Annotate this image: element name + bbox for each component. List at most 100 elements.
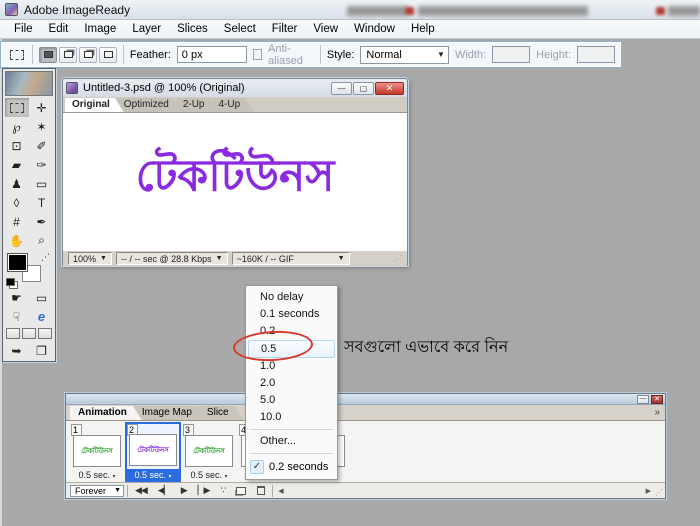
type-tool[interactable]: T — [29, 193, 54, 212]
menu-image[interactable]: Image — [76, 21, 124, 37]
menu-separator — [250, 453, 333, 454]
delay-value: 0.5 sec. — [190, 470, 222, 480]
separator — [32, 45, 34, 64]
foreground-color-swatch[interactable] — [8, 254, 27, 271]
app-titlebar: Adobe ImageReady — [0, 0, 700, 20]
filesize-info-select[interactable]: ~160K / -- GIF ▼ — [231, 252, 350, 265]
eyedropper-tool[interactable]: ✒ — [29, 212, 54, 231]
slice-select-tool[interactable]: ✐ — [29, 136, 54, 155]
scroll-right-arrow[interactable]: ▶ — [646, 487, 651, 495]
animation-frame-1[interactable]: 1 টেকটিউনস — [69, 424, 125, 470]
document-canvas[interactable]: টেকটিউনস — [63, 113, 407, 250]
step-back-button[interactable]: ◀▏ — [154, 485, 174, 496]
menu-edit[interactable]: Edit — [41, 21, 77, 37]
separator — [272, 484, 274, 497]
timing-info-value: -- / -- sec @ 28.8 Kbps — [120, 253, 212, 264]
panel-menu-icon[interactable]: » — [654, 407, 660, 418]
menu-slices[interactable]: Slices — [169, 21, 216, 37]
fullscreen-menubar-mode-button[interactable] — [22, 328, 36, 339]
lasso-tool[interactable]: ℘ — [4, 117, 29, 136]
menu-item-0-1-seconds[interactable]: 0.1 seconds — [248, 306, 335, 323]
hand-tool[interactable]: ✋ — [4, 231, 29, 250]
menu-item-other[interactable]: Other... — [248, 433, 335, 450]
zoom-level-select[interactable]: 100% ▼ — [68, 252, 112, 265]
panel-close-button[interactable]: ✕ — [651, 394, 663, 404]
play-button[interactable]: ▶ — [177, 485, 191, 496]
menu-item-10-0[interactable]: 10.0 — [248, 409, 335, 426]
intersect-selection-button[interactable] — [99, 46, 118, 63]
document-titlebar[interactable]: Untitled-3.psd @ 100% (Original) — ▢ ✕ — [63, 79, 407, 97]
tool-options-bar: Feather: Anti-aliased Style: Normal ▼ Wi… — [0, 41, 622, 68]
preview-in-browser-button[interactable]: e — [29, 307, 54, 326]
jump-to-photoshop-button[interactable]: ➥ — [4, 341, 29, 360]
anti-aliased-label: Anti-aliased — [268, 42, 303, 67]
menu-view[interactable]: View — [305, 21, 346, 37]
rewind-button[interactable]: ◀◀ — [131, 485, 151, 496]
menu-window[interactable]: Window — [346, 21, 403, 37]
menu-item-2-0[interactable]: 2.0 — [248, 375, 335, 392]
panel-minimize-button[interactable]: — — [637, 394, 649, 404]
style-select[interactable]: Normal ▼ — [360, 45, 449, 64]
menu-help[interactable]: Help — [403, 21, 443, 37]
paintbrush-tool[interactable]: ✑ — [29, 155, 54, 174]
animation-frame-2[interactable]: 2 টেকটিউনস — [125, 422, 181, 472]
document-statusbar: 100% ▼ -- / -- sec @ 28.8 Kbps ▼ ~160K /… — [63, 250, 407, 266]
resize-grip[interactable]: ⋰ — [394, 254, 402, 263]
menu-select[interactable]: Select — [216, 21, 264, 37]
slice-visibility-button[interactable]: ☟ — [4, 307, 29, 326]
timing-info-select[interactable]: -- / -- sec @ 28.8 Kbps ▼ — [115, 252, 228, 265]
frame-delay-select-1[interactable]: 0.5 sec. ▾ — [69, 469, 125, 482]
maximize-button[interactable]: ▢ — [353, 81, 374, 95]
feather-input[interactable] — [176, 46, 247, 63]
standard-screen-mode-button[interactable] — [6, 328, 20, 339]
menu-layer[interactable]: Layer — [124, 21, 169, 37]
menu-filter[interactable]: Filter — [264, 21, 306, 37]
shape-tool[interactable]: ▭ — [29, 174, 54, 193]
crop-tool[interactable]: # — [4, 212, 29, 231]
new-selection-button[interactable] — [39, 46, 58, 63]
animation-panel: — ✕ Animation Image Map Slice » 1 টেকটিউ… — [65, 393, 666, 499]
close-button[interactable]: ✕ — [375, 81, 404, 95]
rectangular-marquee-tool[interactable] — [4, 98, 29, 117]
menu-item-current-delay[interactable]: ✓ 0.2 seconds — [248, 457, 335, 476]
swap-colors-icon[interactable]: ⋰ — [41, 252, 50, 263]
minimize-button[interactable]: — — [331, 81, 352, 95]
scroll-left-arrow[interactable]: ◀ — [276, 487, 285, 495]
clone-stamp-tool[interactable]: ♟ — [4, 174, 29, 193]
preview-document-button[interactable]: ▭ — [29, 288, 54, 307]
magic-wand-tool[interactable]: ✶ — [29, 117, 54, 136]
frame-delay-select-2[interactable]: 0.5 sec. ▾ — [125, 469, 181, 482]
subtract-from-selection-button[interactable] — [79, 46, 98, 63]
paint-bucket-tool[interactable]: ◊ — [4, 193, 29, 212]
tab-slice[interactable]: Slice — [199, 406, 244, 420]
hand-icon: ✋ — [9, 233, 24, 248]
eraser-tool[interactable]: ▰ — [4, 155, 29, 174]
add-to-selection-button[interactable] — [59, 46, 78, 63]
slice-tool[interactable]: ⊡ — [4, 136, 29, 155]
tween-button[interactable]: ∵ — [216, 485, 229, 496]
tab-image-map[interactable]: Image Map — [134, 406, 207, 420]
toggle-image-maps-button[interactable]: ☛ — [4, 288, 29, 307]
anti-aliased-checkbox[interactable] — [252, 49, 263, 60]
tab-original[interactable]: Original — [65, 98, 124, 112]
fullscreen-mode-button[interactable] — [38, 328, 52, 339]
step-forward-button[interactable]: ▏▶ — [194, 485, 214, 496]
current-delay-label: 0.2 seconds — [269, 460, 329, 473]
new-frame-button[interactable] — [236, 486, 247, 495]
move-tool[interactable]: ✛ — [29, 98, 54, 117]
tab-optimized[interactable]: Optimized — [117, 98, 183, 112]
menu-item-no-delay[interactable]: No delay — [248, 289, 335, 306]
zoom-tool[interactable]: ⌕ — [29, 231, 54, 250]
tab-animation[interactable]: Animation — [70, 406, 142, 420]
animation-panel-titlebar[interactable]: — ✕ — [66, 394, 665, 405]
panel-resize-grip[interactable]: ⋰ — [655, 488, 663, 497]
default-colors-icon[interactable] — [6, 278, 15, 286]
delete-frame-button[interactable] — [257, 486, 266, 495]
frame-delay-select-3[interactable]: 0.5 sec. ▾ — [181, 469, 237, 482]
menu-file[interactable]: File — [6, 21, 41, 37]
animation-frame-3[interactable]: 3 টেকটিউনস — [181, 424, 237, 470]
loop-select[interactable]: Forever ▼ — [70, 484, 124, 497]
menu-item-5-0[interactable]: 5.0 — [248, 392, 335, 409]
jump-to-browser-button[interactable]: ❐ — [29, 341, 54, 360]
tab-4up[interactable]: 4-Up — [212, 98, 255, 112]
